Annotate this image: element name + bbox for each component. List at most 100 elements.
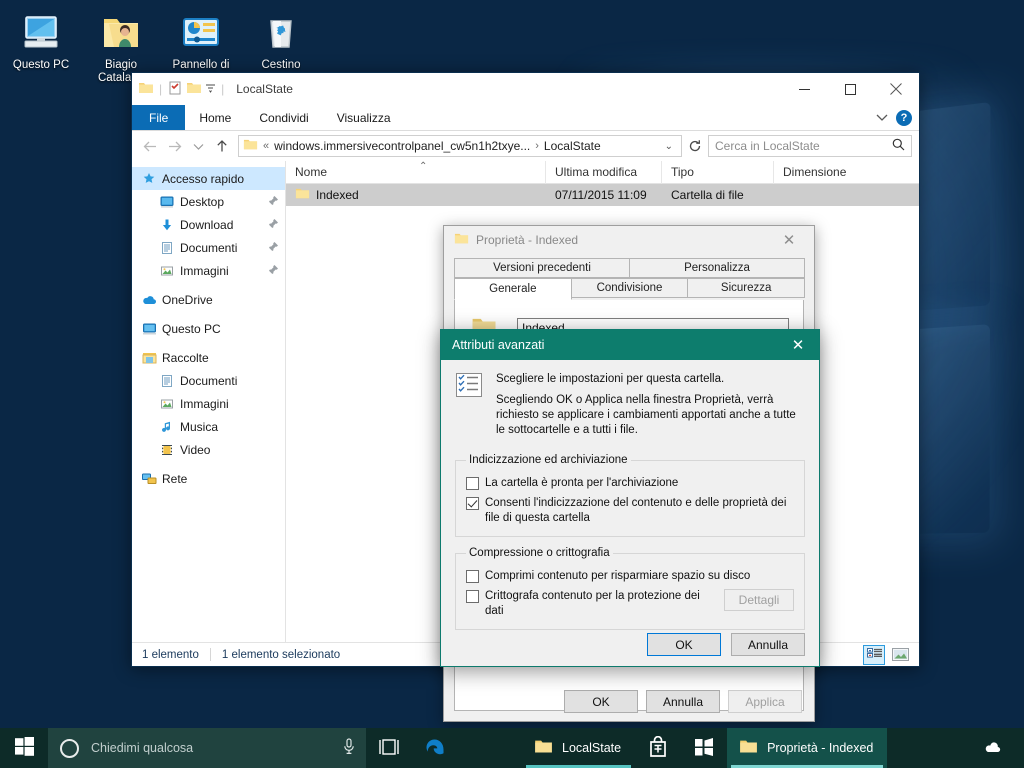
sidebar-item-label: Immagini xyxy=(180,263,229,278)
close-icon[interactable]: ✕ xyxy=(781,331,815,360)
start-button[interactable] xyxy=(0,728,48,768)
taskbar-item-proprieta-indexed[interactable]: Proprietà - Indexed xyxy=(727,728,888,768)
sidebar-item-documenti[interactable]: Documenti xyxy=(132,236,285,259)
sidebar-item-onedrive[interactable]: OneDrive xyxy=(132,288,285,311)
breadcrumb-dropdown-icon[interactable]: ⌄ xyxy=(661,141,677,152)
group-legend-archiving: Indicizzazione ed archiviazione xyxy=(469,454,628,466)
file-modified-cell: 07/11/2015 11:09 xyxy=(555,188,647,202)
cancel-button[interactable]: Annulla xyxy=(646,690,720,713)
column-header-dimensione[interactable]: Dimensione xyxy=(774,161,874,184)
properties-icon[interactable] xyxy=(167,80,183,99)
task-view-button[interactable] xyxy=(366,728,412,768)
taskbar-item-store[interactable] xyxy=(635,728,681,768)
checkbox-row-comprimi[interactable]: Comprimi contenuto per risparmiare spazi… xyxy=(466,569,794,584)
folder-icon xyxy=(243,137,258,155)
tab-condividi[interactable]: Condividi xyxy=(245,105,322,130)
minimize-button[interactable] xyxy=(781,74,827,105)
checkbox-row-indicizzazione[interactable]: Consenti l'indicizzazione del contenuto … xyxy=(466,496,794,526)
table-row[interactable]: Indexed 07/11/2015 11:09 Cartella di fil… xyxy=(286,184,919,206)
column-header-nome[interactable]: Nome xyxy=(286,160,546,184)
details-view-icon[interactable] xyxy=(863,644,885,665)
desktop-icon-questo-pc[interactable]: Questo PC xyxy=(2,2,80,85)
column-header-tipo[interactable]: Tipo xyxy=(662,160,774,184)
cancel-button[interactable]: Annulla xyxy=(731,633,805,656)
ok-button[interactable]: OK xyxy=(564,690,638,713)
breadcrumb-overflow[interactable]: « xyxy=(263,140,269,152)
checkbox-label-comprimi: Comprimi contenuto per risparmiare spazi… xyxy=(485,570,751,582)
column-header-ultima-modifica[interactable]: Ultima modifica xyxy=(546,160,662,184)
sidebar-item-questo-pc[interactable]: Questo PC xyxy=(132,317,285,340)
taskbar: Chiedimi qualcosa LocalState Proprietà -… xyxy=(0,728,1024,768)
checkbox-indicizzazione[interactable] xyxy=(466,497,479,510)
control-panel-icon xyxy=(177,8,225,56)
checkbox-row-crittografa[interactable]: Crittografa contenuto per la protezione … xyxy=(466,589,794,619)
checkbox-label-indicizzazione: Consenti l'indicizzazione del contenuto … xyxy=(485,497,787,524)
taskbar-item-windows-tile[interactable] xyxy=(681,728,727,768)
folder-icon[interactable] xyxy=(138,80,154,99)
checkbox-archiviazione[interactable] xyxy=(466,477,479,490)
tab-home[interactable]: Home xyxy=(185,105,245,130)
refresh-button[interactable] xyxy=(684,135,706,157)
folder-icon xyxy=(454,231,469,249)
tab-file[interactable]: File xyxy=(132,105,186,130)
computer-icon xyxy=(140,322,158,336)
pin-icon[interactable] xyxy=(268,264,279,278)
sidebar-item-raccolte-documenti[interactable]: Documenti xyxy=(132,369,285,392)
checkbox-comprimi[interactable] xyxy=(466,570,479,583)
sidebar-item-desktop[interactable]: Desktop xyxy=(132,190,285,213)
sidebar-item-label: OneDrive xyxy=(162,292,213,307)
taskbar-item-localstate[interactable]: LocalState xyxy=(522,728,635,768)
sidebar-item-accesso-rapido[interactable]: Accesso rapido xyxy=(132,167,285,190)
address-bar: « windows.immersivecontrolpanel_cw5n1h2t… xyxy=(132,131,919,161)
tab-generale[interactable]: Generale xyxy=(454,278,572,300)
windows-logo-icon xyxy=(14,737,34,759)
taskbar-item-edge[interactable] xyxy=(412,728,522,768)
up-button[interactable] xyxy=(211,135,233,157)
sidebar-item-rete[interactable]: Rete xyxy=(132,467,285,490)
customize-chevron-icon[interactable] xyxy=(205,82,216,96)
onedrive-icon[interactable] xyxy=(975,741,1011,755)
sidebar-item-immagini[interactable]: Immagini xyxy=(132,259,285,282)
large-icons-view-icon[interactable] xyxy=(889,645,911,665)
pin-icon[interactable] xyxy=(268,218,279,232)
pin-icon[interactable] xyxy=(268,195,279,209)
tab-condivisione[interactable]: Condivisione xyxy=(570,278,689,298)
new-folder-icon[interactable] xyxy=(186,80,202,99)
help-button[interactable]: ? xyxy=(896,109,912,126)
properties-button-row: OK Annulla Applica xyxy=(444,690,814,713)
checkbox-crittografa[interactable] xyxy=(466,590,479,603)
breadcrumb[interactable]: « windows.immersivecontrolpanel_cw5n1h2t… xyxy=(238,135,682,157)
folder-icon xyxy=(534,737,553,759)
sidebar-item-download[interactable]: Download xyxy=(132,213,285,236)
back-button[interactable] xyxy=(139,135,161,157)
sidebar-item-musica[interactable]: Musica xyxy=(132,415,285,438)
search-placeholder: Cerca in LocalState xyxy=(715,139,820,153)
pin-icon[interactable] xyxy=(268,241,279,255)
download-icon xyxy=(158,218,176,232)
tab-versioni-precedenti[interactable]: Versioni precedenti xyxy=(454,258,630,278)
maximize-button[interactable] xyxy=(827,74,873,105)
status-item-count: 1 elemento xyxy=(142,648,199,661)
desktop-icon xyxy=(158,195,176,209)
sidebar-item-raccolte-immagini[interactable]: Immagini xyxy=(132,392,285,415)
chevron-down-icon[interactable] xyxy=(876,111,888,125)
breadcrumb-segment-package[interactable]: windows.immersivecontrolpanel_cw5n1h2txy… xyxy=(274,139,530,153)
tab-personalizza[interactable]: Personalizza xyxy=(629,258,805,278)
close-button[interactable] xyxy=(873,74,919,105)
sidebar-item-video[interactable]: Video xyxy=(132,438,285,461)
forward-button[interactable] xyxy=(163,135,185,157)
search-input[interactable]: Cerca in LocalState xyxy=(708,135,912,157)
network-icon xyxy=(140,472,158,486)
recent-locations-button[interactable] xyxy=(187,135,209,157)
close-icon[interactable]: ✕ xyxy=(770,227,808,254)
sidebar-item-raccolte[interactable]: Raccolte xyxy=(132,346,285,369)
document-icon xyxy=(158,374,176,388)
breadcrumb-segment-localstate[interactable]: LocalState xyxy=(544,139,601,153)
ok-button[interactable]: OK xyxy=(647,633,721,656)
search-icon[interactable] xyxy=(892,138,905,154)
checkbox-row-archiviazione[interactable]: La cartella è pronta per l'archiviazione xyxy=(466,476,794,491)
tab-sicurezza[interactable]: Sicurezza xyxy=(687,278,806,298)
microphone-icon[interactable] xyxy=(342,737,356,759)
cortana-search-box[interactable]: Chiedimi qualcosa xyxy=(48,728,366,768)
tab-visualizza[interactable]: Visualizza xyxy=(323,105,405,130)
